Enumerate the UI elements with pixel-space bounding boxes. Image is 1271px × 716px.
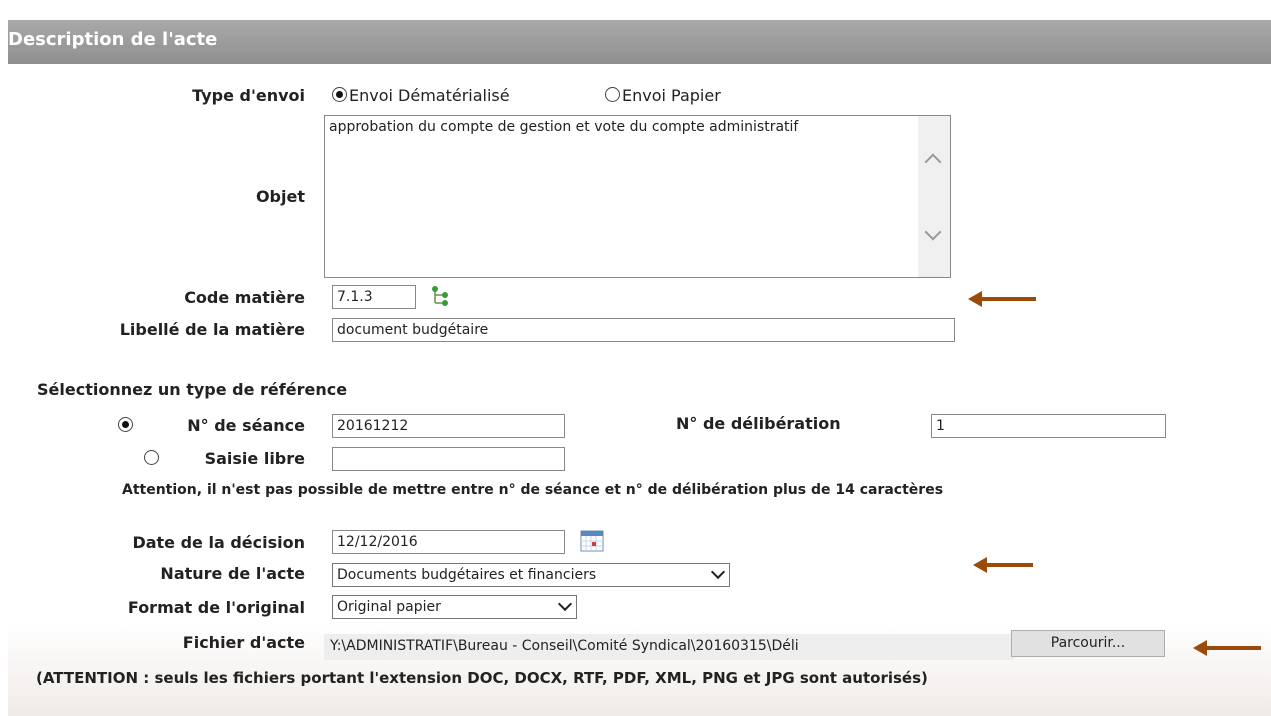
tree-icon[interactable] (430, 286, 452, 308)
fichier-acte-label: Fichier d'acte (182, 633, 305, 652)
objet-textarea[interactable]: approbation du compte de gestion et vote… (324, 115, 951, 278)
chevron-down-icon (710, 564, 726, 580)
deliberation-input[interactable]: 1 (931, 414, 1166, 438)
section-title: Description de l'acte (8, 29, 218, 50)
deliberation-label: N° de délibération (676, 414, 841, 433)
browse-button[interactable]: Parcourir... (1011, 630, 1165, 657)
format-original-value: Original papier (337, 599, 441, 615)
radio-envoi-dematerialise[interactable] (332, 87, 347, 102)
saisie-libre-input[interactable] (332, 447, 565, 471)
objet-label: Objet (255, 187, 305, 206)
date-decision-input[interactable]: 12/12/2016 (332, 530, 565, 554)
date-decision-label: Date de la décision (132, 533, 305, 552)
scroll-up-icon[interactable] (924, 153, 942, 171)
objet-scrollbar[interactable] (918, 116, 950, 277)
nature-acte-label: Nature de l'acte (160, 564, 305, 583)
reference-title: Sélectionnez un type de référence (37, 380, 348, 399)
code-matiere-input[interactable]: 7.1.3 (332, 285, 416, 309)
file-extension-note: (ATTENTION : seuls les fichiers portant … (36, 669, 928, 687)
chevron-down-icon (557, 596, 573, 612)
code-matiere-label: Code matière (184, 288, 305, 307)
annotation-arrow-date (973, 557, 1033, 573)
radio-envoi-papier[interactable] (605, 87, 620, 102)
radio-saisie-libre[interactable] (144, 450, 159, 465)
nature-acte-value: Documents budgétaires et financiers (337, 567, 597, 583)
seance-label: N° de séance (187, 416, 305, 435)
scroll-down-icon[interactable] (924, 223, 942, 241)
objet-text: approbation du compte de gestion et vote… (329, 119, 799, 135)
seance-input[interactable]: 20161212 (332, 414, 565, 438)
radio-seance[interactable] (118, 417, 133, 432)
fichier-acte-input[interactable]: Y:\ADMINISTRATIF\Bureau - Conseil\Comité… (324, 634, 1014, 660)
reference-warning: Attention, il n'est pas possible de mett… (122, 482, 944, 498)
envoi-papier-label: Envoi Papier (622, 86, 721, 105)
libelle-matiere-label: Libellé de la matière (119, 320, 305, 339)
type-envoi-label: Type d'envoi (192, 86, 305, 105)
annotation-arrow-code (968, 291, 1036, 307)
saisie-libre-label: Saisie libre (204, 449, 305, 468)
format-original-label: Format de l'original (127, 598, 305, 617)
libelle-matiere-input[interactable]: document budgétaire (332, 318, 955, 342)
format-original-select[interactable]: Original papier (332, 595, 577, 619)
section-header: Description de l'acte (8, 20, 1271, 64)
nature-acte-select[interactable]: Documents budgétaires et financiers (332, 563, 730, 587)
annotation-arrow-fichier (1193, 640, 1261, 656)
calendar-icon[interactable] (580, 530, 604, 552)
envoi-dematerialise-label: Envoi Dématérialisé (349, 86, 510, 105)
